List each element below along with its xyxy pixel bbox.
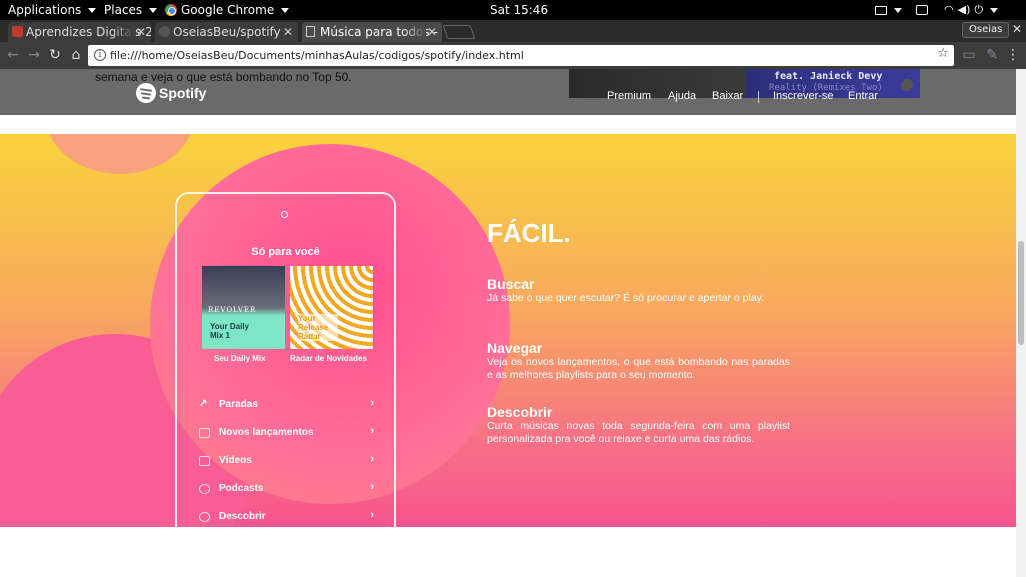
- tab-musica-active[interactable]: Música para todos - ✕: [302, 22, 442, 42]
- info-icon[interactable]: i: [94, 49, 106, 61]
- menu-item-videos[interactable]: Vídeos ›: [199, 453, 374, 470]
- section-title: FÁCIL.: [487, 218, 571, 248]
- extension-icon[interactable]: ▭: [960, 46, 978, 64]
- tab-strip: Aprendizes Digitais 2 ✕ OseiasBeu/spotif…: [0, 20, 1026, 42]
- calendar-icon: [199, 428, 210, 438]
- profile-button[interactable]: Oseias: [962, 22, 1010, 38]
- nav-ajuda[interactable]: Ajuda: [668, 90, 696, 102]
- chevron-right-icon: ›: [370, 453, 374, 465]
- tab-aprendizes[interactable]: Aprendizes Digitais 2 ✕: [8, 22, 151, 42]
- applications-menu[interactable]: Applications: [8, 0, 97, 20]
- feature-text-buscar: Já sabe o que quer escutar? É só procura…: [487, 292, 765, 304]
- release-radar-cover[interactable]: Your Release Radar: [290, 266, 373, 349]
- podcast-icon: [199, 484, 210, 494]
- brand-name: Spotify: [159, 85, 207, 101]
- chevron-right-icon: ›: [370, 397, 374, 409]
- window-switch-icon: [875, 5, 887, 15]
- active-app-label: Google Chrome: [181, 3, 275, 17]
- chevron-right-icon: ›: [370, 509, 374, 521]
- video-icon: [199, 456, 210, 466]
- cover-badge: REVOLVER: [208, 306, 257, 314]
- trending-icon: ↗: [199, 398, 208, 409]
- nav-entrar[interactable]: Entrar: [848, 90, 878, 102]
- chevron-down-icon: [281, 7, 290, 13]
- places-menu[interactable]: Places: [104, 0, 158, 20]
- close-window-icon[interactable]: ✕: [1012, 22, 1022, 36]
- display-indicator[interactable]: [916, 0, 928, 20]
- applications-label: Applications: [8, 3, 82, 17]
- feature-heading-navegar: Navegar: [487, 340, 543, 356]
- chrome-icon: [165, 4, 177, 16]
- system-status-menu[interactable]: ◠ ◀) ⏻: [944, 0, 999, 20]
- feature-heading-buscar: Buscar: [487, 276, 535, 292]
- gnome-top-bar: Applications Places Google Chrome Sat 15…: [0, 0, 1026, 20]
- github-icon: [159, 26, 170, 37]
- playlist-caption: Radar de Novidades: [290, 354, 367, 363]
- tab-title: OseiasBeu/spotify: [173, 25, 281, 39]
- playlist-caption: Seu Daily Mix: [214, 354, 266, 363]
- menu-kebab-icon[interactable]: ⋮: [1004, 46, 1022, 64]
- promo-line-1: feat. Janieck Devy: [774, 71, 883, 82]
- phone-mockup: Só para você REVOLVER Your Daily Mix 1 Y…: [175, 192, 396, 527]
- phone-heading: Só para você: [251, 246, 320, 258]
- feature-heading-descobrir: Descobrir: [487, 404, 553, 420]
- tab-github[interactable]: OseiasBeu/spotify ✕: [155, 22, 298, 42]
- menu-item-paradas[interactable]: ↗ Paradas ›: [199, 397, 374, 414]
- page-scrollbar[interactable]: [1016, 69, 1026, 577]
- cover-text: Your Release Radar: [298, 314, 338, 341]
- chevron-right-icon: ›: [370, 425, 374, 437]
- browser-toolbar: ← → ↻ ⌂ i file:///home/OseiasBeu/Documen…: [0, 42, 1026, 69]
- new-tab-button[interactable]: [442, 25, 476, 39]
- daily-mix-cover[interactable]: REVOLVER Your Daily Mix 1: [202, 266, 285, 349]
- spotify-logo[interactable]: Spotify: [136, 83, 206, 103]
- favicon-icon: [12, 26, 23, 37]
- monitor-icon: [916, 5, 928, 15]
- scrollbar-thumb[interactable]: [1018, 241, 1024, 345]
- document-icon: [306, 26, 315, 37]
- clock[interactable]: Sat 15:46: [490, 0, 548, 20]
- places-label: Places: [104, 3, 143, 17]
- reload-icon[interactable]: ↻: [46, 46, 64, 64]
- bookmark-star-icon[interactable]: ☆: [937, 46, 949, 61]
- hero-text: semana e veja o que está bombando no Top…: [95, 70, 352, 84]
- chevron-down-icon: [88, 7, 97, 13]
- nav-divider: [758, 91, 759, 103]
- close-icon[interactable]: ✕: [283, 22, 293, 42]
- facil-section: Só para você REVOLVER Your Daily Mix 1 Y…: [0, 134, 1016, 527]
- chevron-down-icon: [149, 7, 158, 13]
- clock-label: Sat 15:46: [490, 3, 549, 17]
- workspace-switcher[interactable]: [875, 0, 902, 20]
- volume-icon: ◀): [957, 3, 971, 16]
- address-bar[interactable]: i file:///home/OseiasBeu/Documents/minha…: [88, 45, 954, 66]
- page-viewport: semana e veja o que está bombando no Top…: [0, 69, 1016, 577]
- discover-icon: [199, 512, 210, 522]
- nav-inscrever[interactable]: Inscrever-se: [773, 90, 834, 102]
- close-icon[interactable]: ✕: [427, 22, 437, 42]
- nav-premium[interactable]: Premium: [607, 90, 651, 102]
- camera-icon: [281, 211, 288, 218]
- home-icon[interactable]: ⌂: [67, 46, 85, 64]
- url-text: file:///home/OseiasBeu/Documents/minhasA…: [110, 49, 524, 62]
- chevron-right-icon: ›: [370, 481, 374, 493]
- decorative-blob: [45, 134, 195, 174]
- power-icon: ⏻: [974, 3, 984, 16]
- site-header: semana e veja o que está bombando no Top…: [0, 69, 1016, 115]
- back-arrow-icon[interactable]: ←: [4, 46, 22, 64]
- close-icon[interactable]: ✕: [136, 22, 146, 42]
- wifi-icon: ◠: [944, 3, 954, 16]
- nav-baixar[interactable]: Baixar: [712, 90, 743, 102]
- active-app-menu[interactable]: Google Chrome: [165, 0, 290, 20]
- cover-text: Your Daily Mix 1: [210, 322, 249, 340]
- spotify-icon: [136, 83, 156, 103]
- feature-text-descobrir: Curta músicas novas toda segunda-feira c…: [487, 420, 790, 445]
- menu-item-podcasts[interactable]: Podcasts ›: [199, 481, 374, 498]
- chevron-down-icon: [990, 7, 999, 13]
- menu-item-descobrir[interactable]: Descobrir ›: [199, 509, 374, 526]
- equalizer-icon: [901, 79, 913, 91]
- chevron-down-icon: [894, 7, 902, 13]
- forward-arrow-icon[interactable]: →: [25, 46, 43, 64]
- feature-text-navegar: Veja os novos lançamentos, o que está bo…: [487, 356, 790, 381]
- pen-extension-icon[interactable]: ✎: [983, 46, 1001, 64]
- menu-item-novos[interactable]: Novos lançamentos ›: [199, 425, 374, 442]
